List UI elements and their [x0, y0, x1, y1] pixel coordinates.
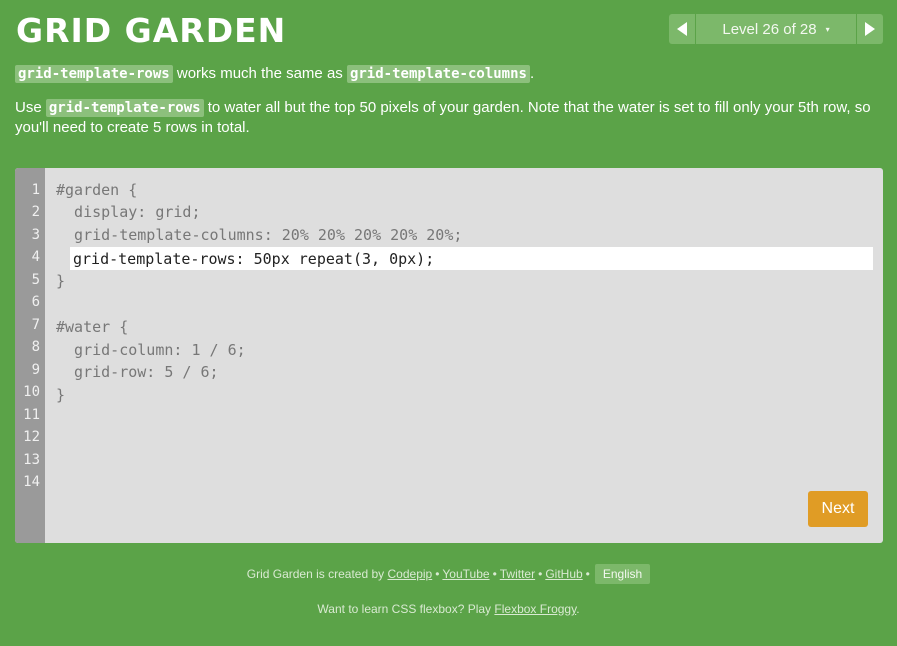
- line-number: 7: [31, 317, 40, 333]
- promo-text: Want to learn CSS flexbox? Play: [317, 602, 492, 616]
- line-number: 5: [31, 272, 40, 288]
- code-line: }: [56, 386, 66, 404]
- arrow-left-icon: [677, 22, 687, 36]
- credit-text: Grid Garden is created by: [246, 567, 385, 581]
- line-number: 13: [23, 452, 40, 468]
- twitter-link[interactable]: Twitter: [500, 567, 535, 581]
- line-number: 14: [23, 474, 40, 490]
- code-line: grid-template-columns: 20% 20% 20% 20% 2…: [56, 226, 463, 244]
- github-link[interactable]: GitHub: [545, 567, 582, 581]
- separator: •: [585, 567, 590, 581]
- line-number-gutter: 1 2 3 4 5 6 7 8 9 10 11 12 13 14: [15, 168, 45, 543]
- line-number: 2: [31, 204, 40, 220]
- level-label: Level 26 of 28: [722, 20, 817, 38]
- line-number: 12: [23, 429, 40, 445]
- line-number: 4: [31, 249, 40, 265]
- code-grid-template-rows: grid-template-rows: [15, 65, 173, 83]
- code-line: #water {: [56, 318, 129, 336]
- page-title: GRID GARDEN: [16, 11, 287, 50]
- instruction-text: .: [529, 65, 535, 82]
- instruction-paragraph-2: Use grid-template-rows to water all but …: [15, 98, 875, 137]
- promo-period: .: [576, 602, 580, 616]
- level-indicator[interactable]: Level 26 of 28 ▾: [696, 14, 856, 44]
- previous-level-button[interactable]: [669, 14, 695, 44]
- instruction-text: works much the same as: [172, 65, 347, 82]
- line-number: 9: [31, 362, 40, 378]
- footer-promo: Want to learn CSS flexbox? Play Flexbox …: [0, 602, 897, 616]
- line-number: 1: [31, 182, 40, 198]
- next-button[interactable]: Next: [808, 491, 868, 527]
- separator: •: [492, 567, 497, 581]
- flexbox-froggy-link[interactable]: Flexbox Froggy: [494, 602, 576, 616]
- separator: •: [538, 567, 543, 581]
- line-number: 6: [31, 294, 40, 310]
- code-grid-template-columns: grid-template-columns: [346, 65, 530, 83]
- code-line: grid-column: 1 / 6;: [56, 341, 246, 359]
- code-line: }: [56, 272, 66, 290]
- instruction-text: Use: [15, 99, 46, 116]
- arrow-right-icon: [865, 22, 875, 36]
- css-code-input[interactable]: [70, 247, 873, 270]
- next-level-arrow-button[interactable]: [857, 14, 883, 44]
- code-grid-template-rows: grid-template-rows: [45, 99, 204, 117]
- instruction-paragraph-1: grid-template-rows works much the same a…: [15, 64, 875, 84]
- line-number: 11: [23, 407, 40, 423]
- level-navigation: Level 26 of 28 ▾: [669, 14, 883, 44]
- youtube-link[interactable]: YouTube: [442, 567, 489, 581]
- code-line: #garden {: [56, 181, 138, 199]
- code-line: grid-row: 5 / 6;: [56, 363, 219, 381]
- caret-down-icon: ▾: [825, 24, 830, 34]
- instructions: grid-template-rows works much the same a…: [15, 64, 875, 151]
- code-editor: 1 2 3 4 5 6 7 8 9 10 11 12 13 14 #garden…: [15, 168, 883, 543]
- language-button[interactable]: English: [594, 564, 651, 584]
- line-number: 3: [31, 227, 40, 243]
- codepip-link[interactable]: Codepip: [388, 567, 433, 581]
- line-number: 10: [23, 384, 40, 400]
- code-line: display: grid;: [56, 203, 201, 221]
- line-number: 8: [31, 339, 40, 355]
- footer-credits: Grid Garden is created by Codepip • YouTub…: [0, 564, 897, 584]
- separator: •: [435, 567, 440, 581]
